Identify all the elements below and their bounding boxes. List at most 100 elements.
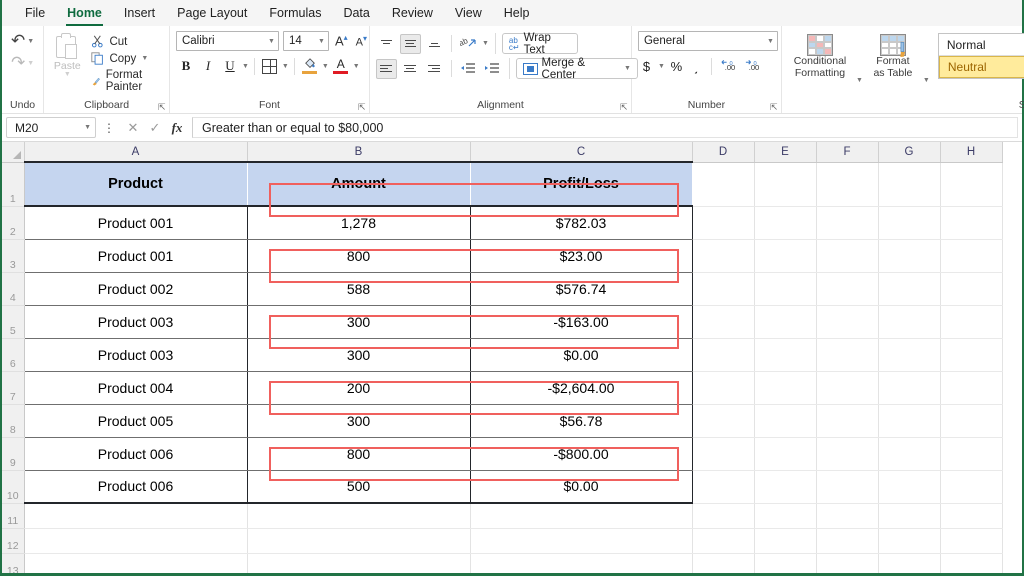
column-header-G[interactable]: G: [878, 142, 941, 163]
cell-style-neutral[interactable]: Neutral: [938, 56, 1024, 78]
number-format-combo[interactable]: General ▼: [637, 31, 778, 51]
increase-decimal-button[interactable]: .00 0: [718, 56, 739, 76]
cell-B5[interactable]: 300: [247, 305, 471, 339]
cell-D1[interactable]: [692, 162, 755, 207]
cell-C12[interactable]: [470, 528, 693, 554]
align-top-button[interactable]: [376, 34, 397, 54]
cell-C5[interactable]: -$163.00: [470, 305, 693, 339]
cell-B12[interactable]: [247, 528, 471, 554]
cell-C4[interactable]: $576.74: [470, 272, 693, 306]
align-bottom-button[interactable]: [424, 34, 445, 54]
cell-A3[interactable]: Product 001: [23, 239, 248, 273]
fill-color-button[interactable]: [300, 56, 320, 76]
comma-format-button[interactable]: ͵: [688, 56, 705, 76]
tab-view[interactable]: View: [444, 3, 493, 23]
cell-D6[interactable]: [692, 338, 755, 372]
cell-G11[interactable]: [878, 503, 941, 529]
cell-A1[interactable]: Product: [24, 161, 248, 207]
cell-B10[interactable]: 500: [247, 470, 471, 504]
cell-H5[interactable]: [940, 305, 1003, 339]
format-as-table-button[interactable]: Format as Table: [867, 32, 919, 81]
cell-G1[interactable]: [878, 162, 941, 207]
italic-button[interactable]: I: [198, 56, 218, 76]
cell-E9[interactable]: [754, 437, 817, 471]
font-name-combo[interactable]: Calibri ▼: [175, 31, 279, 51]
spreadsheet-grid[interactable]: A B C D E F G H 1 Product Amount Profit/…: [2, 142, 1022, 576]
cell-F3[interactable]: [816, 239, 879, 273]
paste-button[interactable]: Paste ▼: [50, 31, 84, 78]
chevron-down-icon[interactable]: ▼: [923, 77, 930, 84]
cell-E6[interactable]: [754, 338, 817, 372]
cell-D12[interactable]: [692, 528, 755, 554]
cell-style-normal[interactable]: Normal: [938, 34, 1024, 56]
cell-C10[interactable]: $0.00: [470, 470, 693, 504]
cut-button[interactable]: Cut: [88, 34, 163, 49]
column-header-E[interactable]: E: [754, 142, 817, 163]
cell-C2[interactable]: $782.03: [470, 206, 693, 240]
tab-formulas[interactable]: Formulas: [258, 3, 332, 23]
cell-G10[interactable]: [878, 470, 941, 504]
tab-help[interactable]: Help: [493, 3, 541, 23]
tab-insert[interactable]: Insert: [113, 3, 166, 23]
cell-A7[interactable]: Product 004: [23, 371, 248, 405]
cell-C1[interactable]: Profit/Loss: [470, 161, 693, 207]
cell-D7[interactable]: [692, 371, 755, 405]
cell-B9[interactable]: 800: [247, 437, 471, 471]
undo-button[interactable]: ↶ ▼: [8, 31, 37, 51]
font-color-button[interactable]: A: [331, 56, 351, 76]
cell-H10[interactable]: [940, 470, 1003, 504]
cell-A6[interactable]: Product 003: [23, 338, 248, 372]
cell-D9[interactable]: [692, 437, 755, 471]
row-header-1[interactable]: 1: [2, 162, 25, 207]
cell-E1[interactable]: [754, 162, 817, 207]
row-header-2[interactable]: 2: [2, 206, 25, 240]
row-header-6[interactable]: 6: [2, 338, 25, 372]
cell-E4[interactable]: [754, 272, 817, 306]
clipboard-dialog-launcher[interactable]: ⇱: [158, 103, 167, 112]
cell-E12[interactable]: [754, 528, 817, 554]
cell-G7[interactable]: [878, 371, 941, 405]
cell-C9[interactable]: -$800.00: [470, 437, 693, 471]
tab-file[interactable]: File: [14, 3, 56, 23]
tab-home[interactable]: Home: [56, 3, 113, 26]
formula-bar-more-icon[interactable]: ⋮: [96, 121, 122, 135]
cell-C7[interactable]: -$2,604.00: [470, 371, 693, 405]
font-dialog-launcher[interactable]: ⇱: [358, 103, 367, 112]
tab-data[interactable]: Data: [332, 3, 380, 23]
cell-E11[interactable]: [754, 503, 817, 529]
row-header-5[interactable]: 5: [2, 305, 25, 339]
format-painter-button[interactable]: Format Painter: [88, 68, 163, 94]
cell-B2[interactable]: 1,278: [247, 206, 471, 240]
cell-F5[interactable]: [816, 305, 879, 339]
cell-E5[interactable]: [754, 305, 817, 339]
percent-format-button[interactable]: %: [668, 56, 685, 76]
row-header-12[interactable]: 12: [2, 528, 25, 554]
wrap-text-button[interactable]: ab c↵ Wrap Text: [501, 32, 578, 56]
orientation-button[interactable]: ab: [458, 34, 479, 54]
cell-G4[interactable]: [878, 272, 941, 306]
cancel-icon[interactable]: ✕: [122, 120, 144, 136]
row-header-9[interactable]: 9: [2, 437, 25, 471]
check-icon[interactable]: ✓: [144, 120, 166, 136]
fx-icon[interactable]: fx: [166, 120, 188, 136]
cell-B6[interactable]: 300: [247, 338, 471, 372]
cell-F1[interactable]: [816, 162, 879, 207]
cell-D3[interactable]: [692, 239, 755, 273]
conditional-formatting-button[interactable]: Conditional Formatting: [788, 32, 852, 81]
cell-C3[interactable]: $23.00: [470, 239, 693, 273]
align-middle-button[interactable]: [399, 33, 421, 54]
chevron-down-icon[interactable]: ▼: [624, 65, 631, 72]
merge-and-center-button[interactable]: Merge & Center ▼: [515, 57, 638, 81]
cell-D11[interactable]: [692, 503, 755, 529]
cell-B1[interactable]: Amount: [247, 161, 471, 207]
redo-button[interactable]: ↷ ▼: [8, 53, 37, 73]
chevron-down-icon[interactable]: ▼: [482, 40, 489, 47]
cell-B8[interactable]: 300: [247, 404, 471, 438]
cell-A2[interactable]: Product 001: [23, 206, 248, 240]
chevron-down-icon[interactable]: ▼: [322, 63, 329, 70]
cell-A9[interactable]: Product 006: [23, 437, 248, 471]
cell-H11[interactable]: [940, 503, 1003, 529]
cell-D10[interactable]: [692, 470, 755, 504]
chevron-down-icon[interactable]: ▼: [282, 63, 289, 70]
row-header-11[interactable]: 11: [2, 503, 25, 529]
